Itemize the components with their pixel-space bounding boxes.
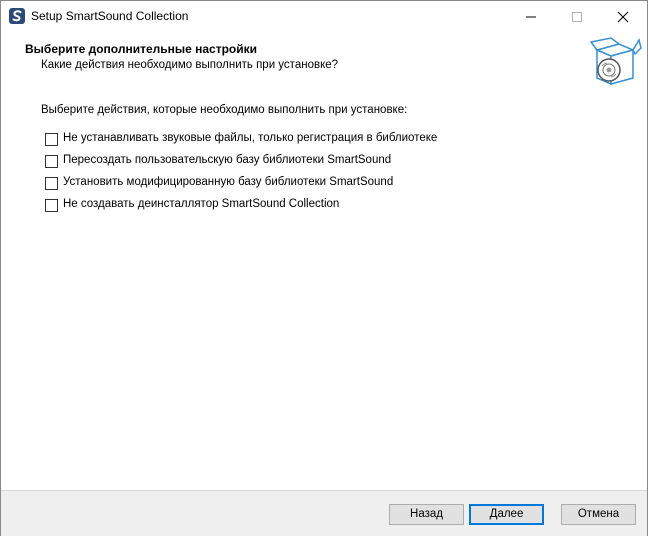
option-label: Не создавать деинсталлятор SmartSound Co… <box>63 198 340 210</box>
option-label: Пересоздать пользовательскую базу библио… <box>63 154 392 166</box>
setup-box-disc-icon <box>589 36 643 90</box>
page-title: Выберите дополнительные настройки <box>25 42 258 56</box>
maximize-button[interactable] <box>554 1 600 32</box>
back-button[interactable]: Назад <box>389 504 464 525</box>
close-icon <box>617 11 629 23</box>
wizard-footer: Назад Далее Отмена <box>1 490 647 536</box>
title-bar[interactable]: Setup SmartSound Collection <box>1 1 647 32</box>
wizard-header: Выберите дополнительные настройки Какие … <box>1 32 647 94</box>
checkbox[interactable] <box>45 177 58 190</box>
maximize-icon <box>572 12 582 22</box>
smartsound-s-icon <box>9 8 25 24</box>
close-button[interactable] <box>600 1 646 32</box>
window-title: Setup SmartSound Collection <box>31 9 189 23</box>
cancel-button[interactable]: Отмена <box>561 504 636 525</box>
minimize-button[interactable] <box>508 1 554 32</box>
checkbox[interactable] <box>45 155 58 168</box>
checkbox[interactable] <box>45 199 58 212</box>
page-subtitle: Какие действия необходимо выполнить при … <box>41 59 339 71</box>
setup-window: Setup SmartSound Collection Выберите доп… <box>0 0 648 536</box>
minimize-icon <box>526 16 536 18</box>
next-button[interactable]: Далее <box>469 504 544 525</box>
checkbox[interactable] <box>45 133 58 146</box>
option-label: Не устанавливать звуковые файлы, только … <box>63 132 438 144</box>
instruction-text: Выберите действия, которые необходимо вы… <box>41 104 408 116</box>
option-label: Установить модифицированную базу библиот… <box>63 176 394 188</box>
